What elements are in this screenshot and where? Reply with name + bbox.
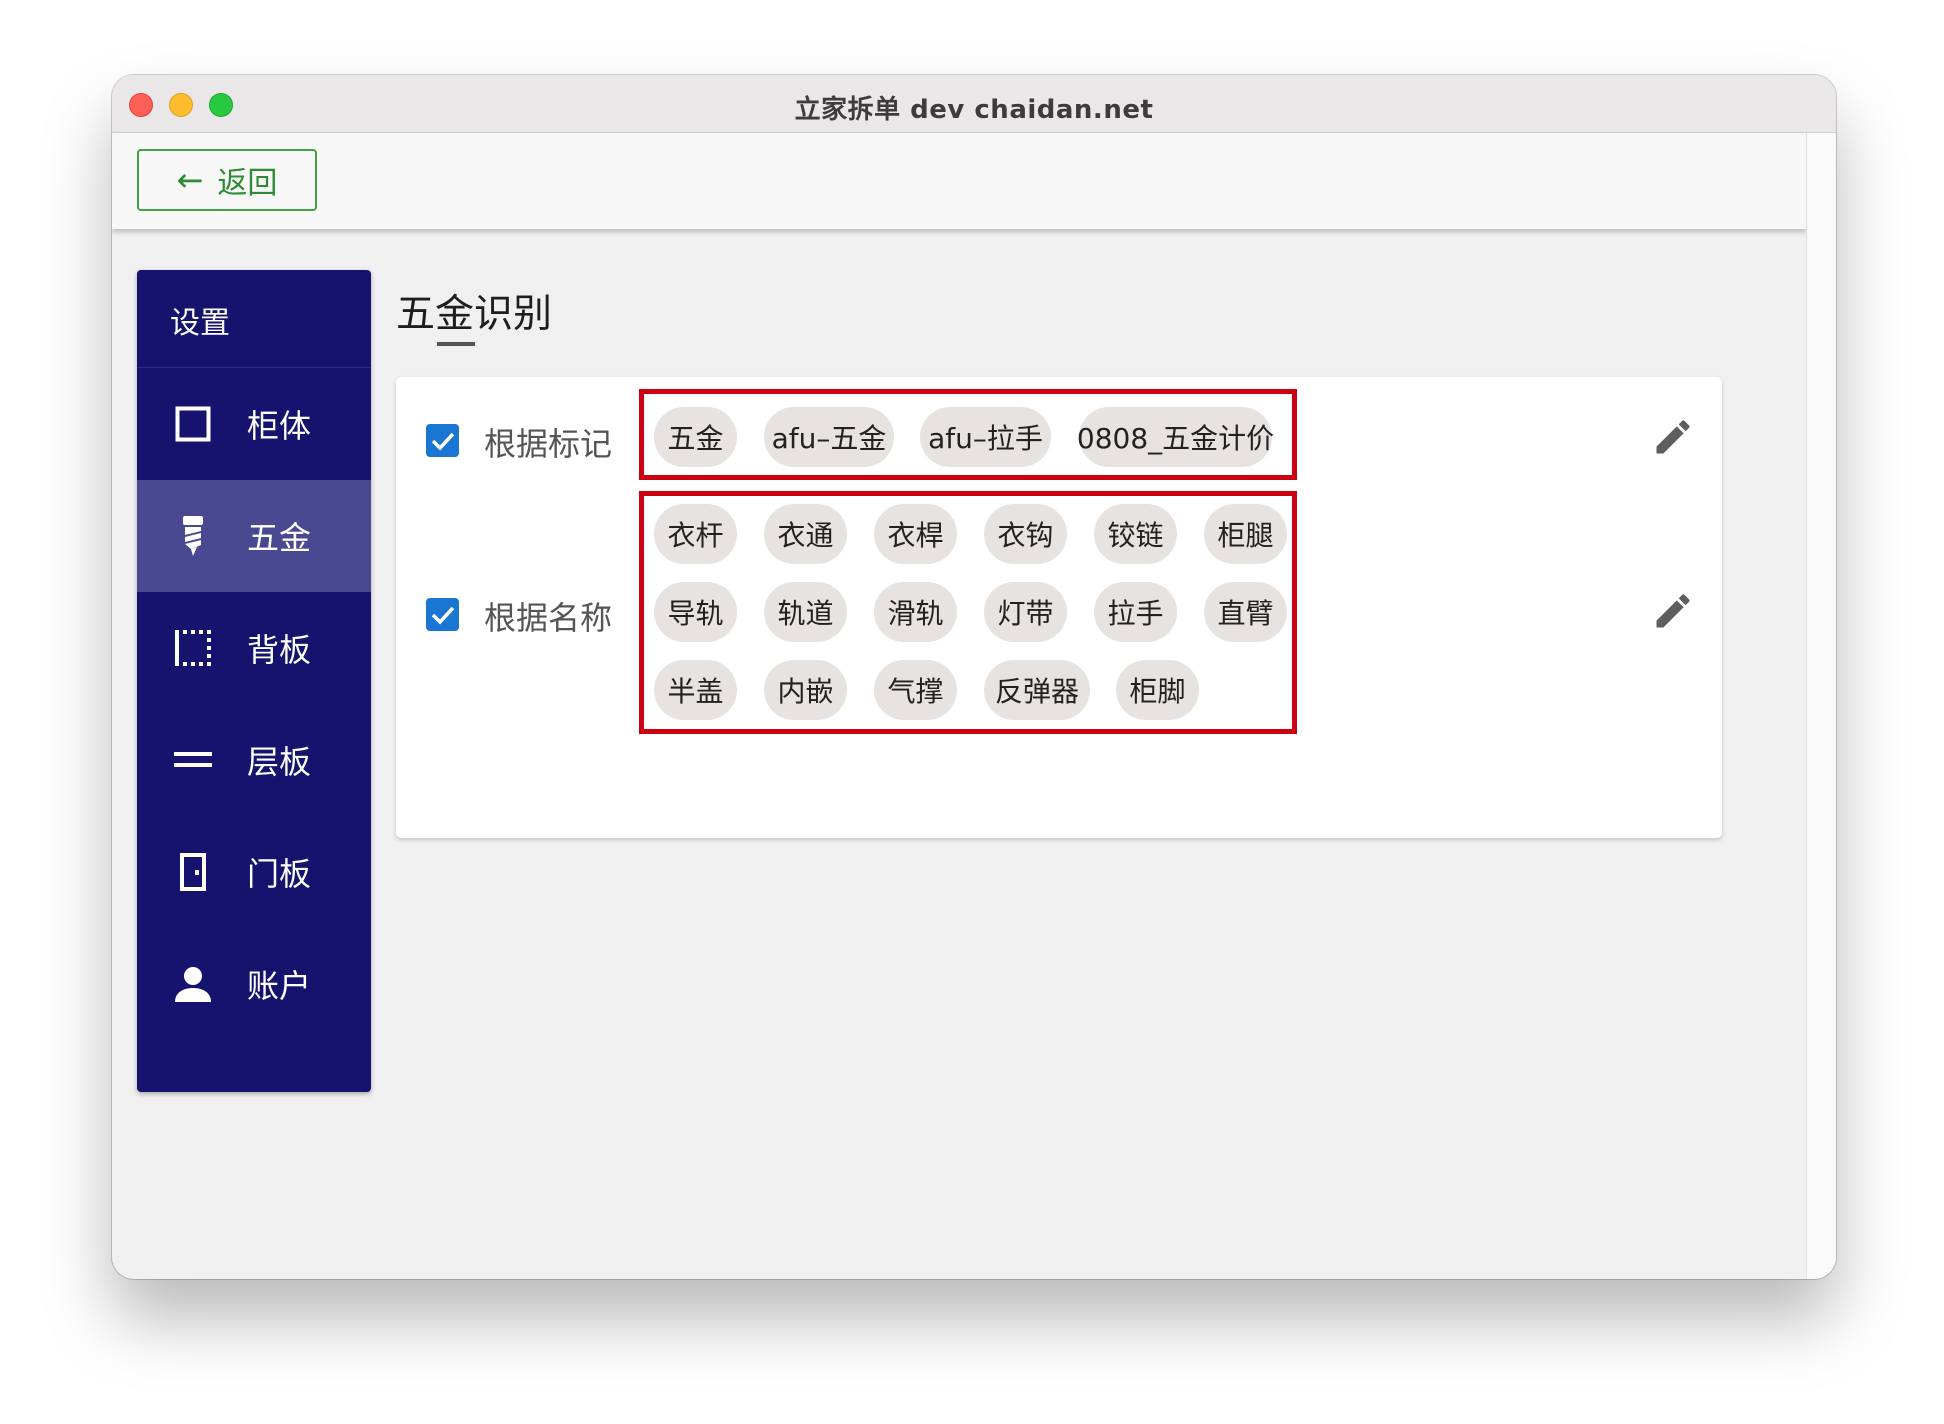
screw-icon xyxy=(137,480,249,592)
chip[interactable]: 半盖 xyxy=(654,660,737,720)
chip[interactable]: 衣通 xyxy=(764,504,847,564)
cabinet-square-icon xyxy=(137,368,249,480)
app-window: 立家拆单 dev chaidan.net ← 返回 设置 柜体 五金 背板 层板… xyxy=(112,75,1836,1279)
name-chips-group: 衣杆 衣通 衣桿 衣钩 铰链 柜腿 导轨 轨道 滑轨 灯带 拉手 直臂 半盖 内… xyxy=(639,491,1297,734)
chip[interactable]: 内嵌 xyxy=(764,660,847,720)
chip[interactable]: 0808_五金计价 xyxy=(1077,407,1274,467)
chip[interactable]: 柜腿 xyxy=(1204,504,1287,564)
chip[interactable]: 衣钩 xyxy=(984,504,1067,564)
sidebar-item-cabinet[interactable]: 柜体 xyxy=(137,368,371,480)
door-icon xyxy=(137,816,249,928)
chip[interactable]: 轨道 xyxy=(764,582,847,642)
mark-rule-label: 根据标记 xyxy=(484,425,613,463)
person-icon xyxy=(137,928,249,1040)
back-panel-dotted-icon xyxy=(137,592,249,704)
chip[interactable]: afu–五金 xyxy=(764,407,894,467)
check-icon xyxy=(431,432,454,451)
sidebar-header: 设置 xyxy=(137,270,371,368)
chip[interactable]: 导轨 xyxy=(654,582,737,642)
window-titlebar: 立家拆单 dev chaidan.net xyxy=(112,75,1836,133)
chip[interactable]: 反弹器 xyxy=(984,660,1090,720)
edit-name-rule-icon[interactable] xyxy=(1651,589,1695,633)
app-bar: ← 返回 xyxy=(112,133,1806,229)
sidebar-item-back-panel[interactable]: 背板 xyxy=(137,592,371,704)
sidebar-item-label: 柜体 xyxy=(247,407,312,445)
hardware-rules-card: 根据标记 五金 afu–五金 afu–拉手 0808_五金计价 根据名称 衣杆 … xyxy=(396,377,1722,838)
mark-chips-group: 五金 afu–五金 afu–拉手 0808_五金计价 xyxy=(639,389,1297,480)
chip[interactable]: 气撑 xyxy=(874,660,957,720)
page-title: 五金识别 xyxy=(396,292,553,337)
shelf-lines-icon xyxy=(137,704,249,816)
sidebar-item-label: 层板 xyxy=(247,743,312,781)
chip[interactable]: 衣杆 xyxy=(654,504,737,564)
edit-mark-rule-icon[interactable] xyxy=(1651,415,1695,459)
chip[interactable]: 衣桿 xyxy=(874,504,957,564)
scrollbar[interactable] xyxy=(1806,133,1836,1279)
sidebar-item-label: 背板 xyxy=(247,631,312,669)
chip[interactable]: 铰链 xyxy=(1094,504,1177,564)
settings-sidebar: 设置 柜体 五金 背板 层板 门板 账户 xyxy=(137,270,371,1092)
chip[interactable]: 灯带 xyxy=(984,582,1067,642)
sidebar-item-label: 五金 xyxy=(247,519,312,557)
sidebar-item-hardware[interactable]: 五金 xyxy=(137,480,371,592)
back-button[interactable]: ← 返回 xyxy=(137,149,317,211)
sidebar-item-shelf[interactable]: 层板 xyxy=(137,704,371,816)
title-underline xyxy=(437,342,475,346)
sidebar-item-label: 账户 xyxy=(247,967,312,1005)
sidebar-item-label: 门板 xyxy=(247,855,312,893)
check-icon xyxy=(431,606,454,625)
arrow-left-icon: ← xyxy=(176,161,204,199)
name-checkbox[interactable] xyxy=(426,598,459,631)
chip[interactable]: afu–拉手 xyxy=(920,407,1051,467)
chip[interactable]: 拉手 xyxy=(1094,582,1177,642)
chip[interactable]: 柜脚 xyxy=(1116,660,1199,720)
sidebar-item-door[interactable]: 门板 xyxy=(137,816,371,928)
sidebar-item-account[interactable]: 账户 xyxy=(137,928,371,1040)
back-button-label: 返回 xyxy=(217,166,278,201)
window-title: 立家拆单 dev chaidan.net xyxy=(794,95,1154,125)
mark-checkbox[interactable] xyxy=(426,424,459,457)
chip[interactable]: 直臂 xyxy=(1204,582,1287,642)
name-rule-label: 根据名称 xyxy=(484,599,613,637)
chip[interactable]: 五金 xyxy=(654,407,737,467)
chip[interactable]: 滑轨 xyxy=(874,582,957,642)
